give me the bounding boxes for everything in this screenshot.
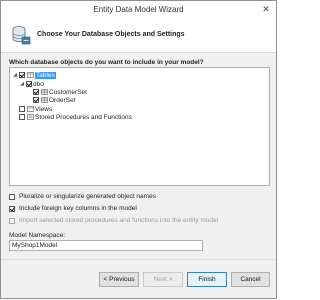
collapse-arrow-icon[interactable]: ◢ — [19, 81, 25, 87]
wizard-header: Choose Your Database Objects and Setting… — [1, 18, 276, 53]
tree-label-customerset: CustomerSet — [49, 88, 87, 96]
tree-node-customerset[interactable]: CustomerSet — [32, 88, 87, 96]
tree-node-stored-procedures[interactable]: Stored Procedures and Functions — [12, 113, 132, 121]
pluralize-checkbox[interactable] — [9, 193, 15, 200]
wizard-window: Entity Data Model Wizard ✕ Choose Your D… — [0, 0, 277, 299]
table-icon — [41, 89, 48, 95]
tree-label-tables: Tables — [35, 71, 56, 79]
close-button[interactable]: ✕ — [259, 3, 273, 15]
button-separator — [1, 259, 276, 260]
stored-procedure-icon — [27, 114, 34, 120]
pluralize-label: Pluralize or singularize generated objec… — [19, 193, 156, 200]
collapse-arrow-icon[interactable]: ◢ — [12, 72, 18, 78]
dbo-checkbox[interactable] — [26, 81, 32, 87]
import-procedures-option: Import selected stored procedures and fu… — [9, 216, 218, 225]
tables-checkbox[interactable] — [19, 72, 25, 78]
objects-prompt: Which database objects do you want to in… — [9, 59, 204, 66]
stored-procedures-checkbox[interactable] — [19, 114, 25, 120]
table-folder-icon — [27, 72, 34, 78]
tree-label-dbo: dbo — [33, 80, 44, 88]
import-procedures-label: Import selected stored procedures and fu… — [19, 217, 219, 224]
tree-label-stored-procedures: Stored Procedures and Functions — [35, 113, 132, 121]
view-icon — [27, 106, 34, 112]
tree-node-tables[interactable]: ◢ Tables — [12, 71, 56, 79]
finish-button[interactable]: Finish — [187, 272, 227, 287]
cancel-button[interactable]: Cancel — [231, 272, 270, 287]
database-objects-tree[interactable]: ◢ Tables ◢ dbo CustomerSet OrderSet View… — [9, 67, 270, 186]
foreign-keys-checkbox[interactable] — [9, 205, 15, 212]
wizard-database-icon — [12, 26, 31, 45]
customerset-checkbox[interactable] — [33, 89, 39, 95]
tree-node-views[interactable]: Views — [12, 105, 52, 113]
title-bar: Entity Data Model Wizard ✕ — [1, 1, 276, 19]
tree-label-views: Views — [35, 105, 53, 113]
foreign-keys-label: Include foreign key columns in the model — [19, 205, 137, 212]
namespace-input[interactable] — [9, 240, 203, 251]
table-icon — [41, 97, 48, 103]
pluralize-option[interactable]: Pluralize or singularize generated objec… — [9, 192, 156, 201]
namespace-label: Model Namespace: — [9, 232, 65, 239]
import-procedures-checkbox — [9, 217, 15, 224]
views-checkbox[interactable] — [19, 106, 25, 112]
previous-button[interactable]: < Previous — [99, 272, 139, 287]
orderset-checkbox[interactable] — [33, 97, 39, 103]
tree-label-orderset: OrderSet — [49, 96, 76, 104]
foreign-keys-option[interactable]: Include foreign key columns in the model — [9, 204, 137, 213]
page-title: Choose Your Database Objects and Setting… — [37, 31, 185, 38]
window-title: Entity Data Model Wizard — [93, 5, 184, 14]
tree-node-orderset[interactable]: OrderSet — [32, 96, 75, 104]
tree-node-dbo[interactable]: ◢ dbo — [19, 80, 44, 88]
next-button: Next > — [143, 272, 183, 287]
